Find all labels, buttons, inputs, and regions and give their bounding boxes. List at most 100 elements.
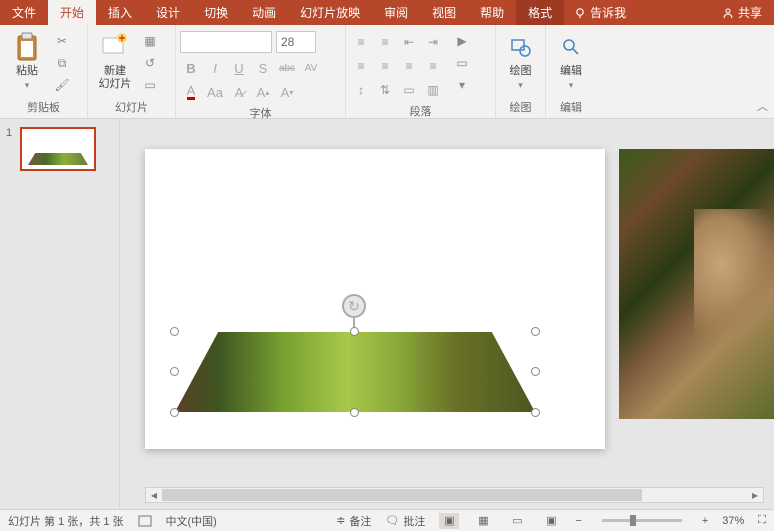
resize-handle-t[interactable] [350, 327, 359, 336]
accessibility-icon[interactable] [138, 515, 152, 527]
section-button[interactable]: ▭ [140, 75, 160, 95]
tab-file[interactable]: 文件 [0, 0, 48, 25]
change-case-button[interactable]: Aa [204, 81, 226, 103]
paste-button[interactable]: 粘贴 ▾ [4, 27, 50, 91]
scroll-track[interactable] [162, 488, 747, 502]
align-center-button[interactable]: ≡ [374, 55, 396, 77]
outdent-icon: ⇤ [404, 35, 414, 49]
smartart-button[interactable]: ▶ [452, 31, 472, 51]
resize-handle-bl[interactable] [170, 408, 179, 417]
tab-transitions[interactable]: 切换 [192, 0, 240, 25]
tab-format[interactable]: 格式 [516, 0, 564, 25]
slide-canvas-area[interactable]: ↻ ◂ ▸ ↖ [120, 119, 774, 509]
tab-slideshow[interactable]: 幻灯片放映 [288, 0, 372, 25]
chevron-down-icon: ▾ [518, 80, 523, 91]
fit-window-button[interactable]: ⛶ [758, 514, 766, 527]
format-painter-button[interactable]: 🖌 [52, 75, 72, 95]
justify-button[interactable]: ≡ [422, 55, 444, 77]
slideshow-view-button[interactable]: ▣ [541, 513, 561, 529]
sorter-view-button[interactable]: ▦ [473, 513, 493, 529]
group-label-editing: 编辑 [550, 97, 592, 118]
decrease-indent-button[interactable]: ⇤ [398, 31, 420, 53]
tab-review[interactable]: 审阅 [372, 0, 420, 25]
drawing-label: 绘图 [510, 65, 532, 78]
resize-handle-br[interactable] [531, 408, 540, 417]
font-size-select[interactable]: 28 [276, 31, 316, 53]
line-spacing-button[interactable]: ↕ [350, 79, 372, 101]
notes-button[interactable]: ≑ 备注 [336, 513, 371, 529]
zoom-slider-knob[interactable] [630, 515, 636, 526]
new-slide-button[interactable]: 新建 幻灯片 [92, 27, 138, 91]
reset-button[interactable]: ↺ [140, 53, 160, 73]
tab-design[interactable]: 设计 [144, 0, 192, 25]
scroll-right-button[interactable]: ▸ [747, 488, 763, 502]
textdir-icon: ⇅ [380, 83, 390, 97]
scroll-thumb[interactable] [162, 489, 642, 501]
copy-button[interactable]: ⧉ [52, 53, 72, 73]
italic-button[interactable]: I [204, 57, 226, 79]
zoom-percent[interactable]: 37% [722, 515, 744, 527]
fontcolor-icon: A [187, 84, 196, 100]
group-label-slides: 幻灯片 [92, 97, 171, 118]
numbering-button[interactable]: ≡ [374, 31, 396, 53]
tell-me[interactable]: 告诉我 [564, 0, 636, 25]
notes-icon: ≑ [336, 514, 345, 527]
rotate-handle[interactable]: ↻ [342, 294, 366, 318]
drawing-button[interactable]: 绘图 ▾ [500, 27, 541, 91]
cut-button[interactable]: ✂ [52, 31, 72, 51]
shrink-font-button[interactable]: A▾ [276, 81, 298, 103]
zoom-out-button[interactable]: − [575, 515, 581, 527]
thumb-number: 1 [6, 127, 16, 171]
tab-animations[interactable]: 动画 [240, 0, 288, 25]
align-text-button[interactable]: ▭ [398, 79, 420, 101]
grow-font-button[interactable]: A▴ [252, 81, 274, 103]
tab-view[interactable]: 视图 [420, 0, 468, 25]
strike-button[interactable]: abc [276, 57, 298, 79]
normal-view-button[interactable]: ▣ [439, 513, 459, 529]
editing-label: 编辑 [560, 65, 582, 78]
layout-icon: ▦ [144, 34, 155, 48]
status-language[interactable]: 中文(中国) [166, 513, 217, 529]
align-right-button[interactable]: ≡ [398, 55, 420, 77]
bold-button[interactable]: B [180, 57, 202, 79]
tab-help[interactable]: 帮助 [468, 0, 516, 25]
reading-view-button[interactable]: ▭ [507, 513, 527, 529]
resize-handle-b[interactable] [350, 408, 359, 417]
more-para-button[interactable]: ▾ [452, 75, 472, 95]
status-slide-info: 幻灯片 第 1 张，共 1 张 [8, 513, 124, 529]
resize-handle-l[interactable] [170, 367, 179, 376]
group-label-drawing: 绘图 [500, 97, 541, 118]
resize-handle-r[interactable] [531, 367, 540, 376]
clear-format-button[interactable]: A̷ [228, 81, 250, 103]
layout-button[interactable]: ▦ [140, 31, 160, 51]
tab-insert[interactable]: 插入 [96, 0, 144, 25]
text-direction-button[interactable]: ⇅ [374, 79, 396, 101]
horizontal-scrollbar[interactable]: ◂ ▸ [145, 487, 764, 503]
font-color-button[interactable]: A [180, 81, 202, 103]
resize-handle-tl[interactable] [170, 327, 179, 336]
share-button[interactable]: 共享 [710, 0, 774, 25]
bullets-button[interactable]: ≡ [350, 31, 372, 53]
comments-button[interactable]: 🗨 批注 [385, 513, 425, 529]
resize-handle-tr[interactable] [531, 327, 540, 336]
tab-home[interactable]: 开始 [48, 0, 96, 25]
zoom-slider[interactable] [602, 519, 682, 522]
zoom-in-button[interactable]: + [702, 515, 708, 527]
shadow-button[interactable]: S [252, 57, 274, 79]
off-canvas-image[interactable] [619, 149, 774, 419]
columns-icon: ▥ [427, 83, 438, 97]
scroll-left-button[interactable]: ◂ [146, 488, 162, 502]
columns-button[interactable]: ▥ [422, 79, 444, 101]
increase-indent-button[interactable]: ⇥ [422, 31, 444, 53]
underline-button[interactable]: U [228, 57, 250, 79]
char-spacing-button[interactable]: AV [300, 57, 322, 79]
convert-button[interactable]: ▭ [452, 53, 472, 73]
selected-shape[interactable] [175, 332, 535, 412]
scissors-icon: ✂ [57, 34, 67, 48]
collapse-ribbon-button[interactable]: ︿ [757, 98, 768, 114]
align-left-button[interactable]: ≡ [350, 55, 372, 77]
reset-icon: ↺ [145, 56, 155, 70]
slide-thumbnail-1[interactable] [20, 127, 96, 171]
editing-button[interactable]: 编辑 ▾ [550, 27, 592, 91]
font-name-select[interactable] [180, 31, 272, 53]
